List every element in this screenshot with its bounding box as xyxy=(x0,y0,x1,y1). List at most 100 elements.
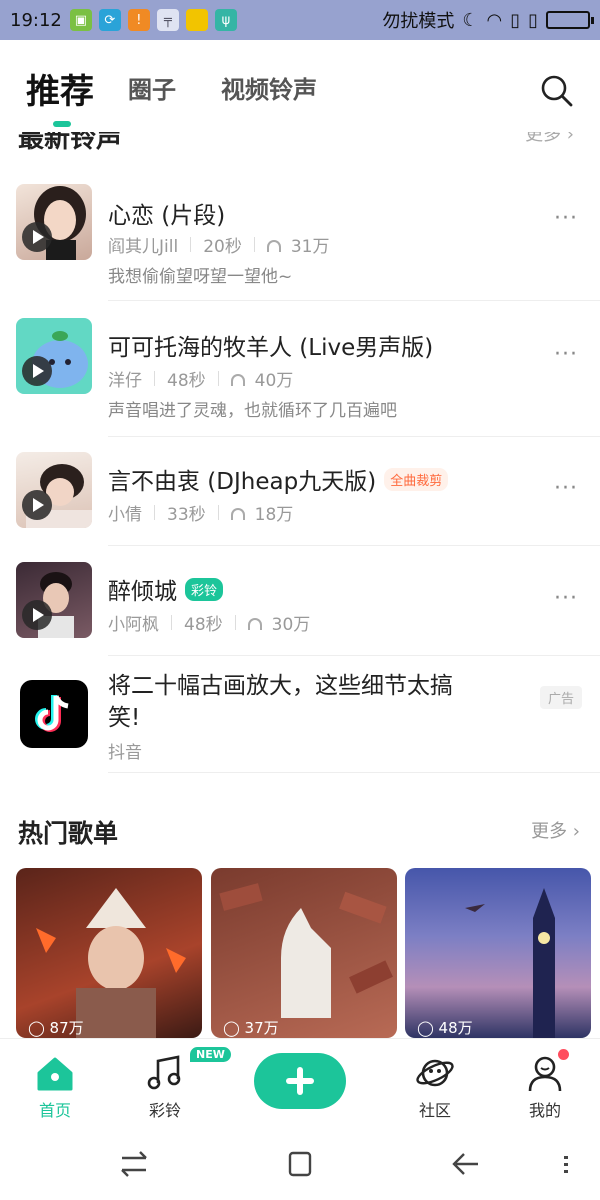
song-plays: 18万 xyxy=(254,505,294,525)
nav-community[interactable]: 社区 xyxy=(390,1039,480,1129)
song-plays: 40万 xyxy=(254,371,294,391)
song-duration: 33秒 xyxy=(167,505,206,525)
song-cover xyxy=(16,562,92,638)
nav-profile[interactable]: 我的 xyxy=(500,1039,590,1129)
sim-icon: ▯ xyxy=(510,9,521,31)
song-meta: 洋仔 48秒 40万 xyxy=(108,366,293,391)
usb-icon: ψ xyxy=(214,9,237,31)
section-more-link[interactable]: 更多 › xyxy=(525,132,574,146)
status-time: 19:12 xyxy=(10,9,62,31)
notification-dot xyxy=(558,1049,569,1060)
ad-title: 将二十幅古画放大，这些细节太搞 笑! xyxy=(108,670,453,734)
crop-badge: 全曲裁剪 xyxy=(384,468,449,491)
nav-label: 社区 xyxy=(418,1101,451,1120)
list-item[interactable]: 醉倾城 彩铃 小阿枫 48秒 30万 ··· xyxy=(0,562,600,656)
playlist-card[interactable]: ◯ 87万 xyxy=(16,868,202,1038)
song-artist: 阎其儿Jill xyxy=(108,237,179,257)
song-plays: 30万 xyxy=(271,615,311,635)
song-desc: 我想偷偷望呀望一望他~ xyxy=(108,267,293,287)
section-title: 最新铃声 xyxy=(18,132,123,154)
more-options-icon[interactable]: ··· xyxy=(554,586,578,611)
search-icon[interactable] xyxy=(540,74,574,108)
playlist-card[interactable]: ◯ 48万 xyxy=(405,868,591,1038)
song-meta: 阎其儿Jill 20秒 31万 xyxy=(108,232,329,257)
ad-title-line: 将二十幅古画放大，这些细节太搞 xyxy=(108,673,453,699)
list-item[interactable]: 言不由衷 (DJheap九天版) 全曲裁剪 小倩 33秒 18万 ··· xyxy=(0,452,600,546)
song-desc: 声音唱进了灵魂，也就循环了几百遍吧 xyxy=(108,401,397,421)
ad-tag[interactable]: 广告 xyxy=(539,686,582,709)
playlist-plays: ◯ 37万 xyxy=(223,1019,279,1037)
song-title: 心恋 (片段) xyxy=(108,203,226,229)
play-icon[interactable] xyxy=(22,490,52,520)
playlist-cover-image xyxy=(36,888,186,1038)
tab-video-ringtone[interactable]: 视频铃声 xyxy=(221,70,317,105)
moon-icon: ☾ xyxy=(462,9,479,31)
play-icon[interactable] xyxy=(22,356,52,386)
sim-icon: ▯ xyxy=(528,9,538,31)
song-meta: 小阿枫 48秒 30万 xyxy=(108,610,310,635)
nav-label: 彩铃 xyxy=(148,1101,181,1120)
ad-title-line: 笑! xyxy=(108,705,141,731)
headphones-icon xyxy=(266,239,281,252)
planet-icon xyxy=(416,1059,454,1087)
list-item[interactable]: 心恋 (片段) 阎其儿Jill 20秒 31万 我想偷偷望呀望一望他~ ··· xyxy=(0,184,600,304)
status-bar: 19:12 ▣ ⟳ ! ╤ ψ 勿扰模式 ☾ ◠ ▯ ▯ xyxy=(0,0,600,40)
list-item[interactable]: 可可托海的牧羊人 (Live男声版) 洋仔 48秒 40万 声音唱进了灵魂，也就… xyxy=(0,318,600,438)
status-right: 勿扰模式 ☾ ◠ ▯ ▯ xyxy=(382,7,594,33)
section-more-link[interactable]: 更多 › xyxy=(531,817,580,843)
playlist-cover-image xyxy=(465,888,555,1038)
home-square-icon[interactable] xyxy=(282,1146,318,1182)
tab-circle[interactable]: 圈子 xyxy=(128,70,176,105)
playlist-card[interactable]: ◯ 37万 xyxy=(211,868,397,1038)
more-options-icon[interactable]: ··· xyxy=(554,206,578,231)
play-icon[interactable] xyxy=(22,600,52,630)
divider xyxy=(108,655,600,656)
song-title-text: 醉倾城 xyxy=(108,579,177,605)
song-artist: 洋仔 xyxy=(108,371,142,391)
ringback-badge: 彩铃 xyxy=(185,578,224,601)
song-cover xyxy=(16,318,92,394)
switch-icon[interactable] xyxy=(116,1146,152,1182)
tiktok-note-icon xyxy=(35,695,69,732)
more-options-icon[interactable]: ··· xyxy=(554,342,578,367)
plus-icon xyxy=(286,1067,314,1095)
headphones-icon xyxy=(230,507,245,520)
divider xyxy=(108,436,600,437)
playlist-plays: ◯ 48万 xyxy=(417,1019,473,1037)
playlist-plays: ◯ 87万 xyxy=(28,1019,84,1037)
song-plays: 31万 xyxy=(290,237,330,257)
song-duration: 48秒 xyxy=(167,371,206,391)
system-nav-bar xyxy=(0,1128,600,1200)
warning-icon: ! xyxy=(127,9,150,31)
back-icon[interactable] xyxy=(448,1146,484,1182)
section-header-latest: 最新铃声 更多 › xyxy=(18,132,578,154)
nav-home[interactable]: 首页 xyxy=(10,1039,100,1129)
create-button[interactable] xyxy=(254,1053,346,1109)
song-duration: 20秒 xyxy=(203,237,242,257)
song-title-text: 言不由衷 (DJheap九天版) xyxy=(108,469,377,495)
nav-label: 首页 xyxy=(38,1101,71,1120)
song-title: 言不由衷 (DJheap九天版) 全曲裁剪 xyxy=(108,462,449,496)
song-artist: 小阿枫 xyxy=(108,615,159,635)
wifi-icon: ◠ xyxy=(486,9,503,31)
menu-dots-icon[interactable] xyxy=(548,1146,584,1182)
headphones-icon xyxy=(247,617,262,630)
battery-icon xyxy=(546,11,594,29)
ad-item[interactable]: 将二十幅古画放大，这些细节太搞 笑! 抖音 广告 xyxy=(0,668,600,778)
more-options-icon[interactable]: ··· xyxy=(554,476,578,501)
song-duration: 48秒 xyxy=(184,615,223,635)
tiktok-logo-icon xyxy=(20,680,88,748)
song-cover xyxy=(16,452,92,528)
top-tab-bar: 推荐 圈子 视频铃声 xyxy=(0,40,600,132)
divider xyxy=(108,545,600,546)
nav-label: 我的 xyxy=(528,1101,561,1120)
headphones-icon xyxy=(230,373,245,386)
tab-recommend[interactable]: 推荐 xyxy=(26,64,94,113)
section-title-hot-playlists: 热门歌单 xyxy=(18,819,119,848)
song-meta: 小倩 33秒 18万 xyxy=(108,500,293,525)
playlist-cover-image xyxy=(219,883,393,1018)
music-note-icon xyxy=(147,1055,181,1090)
user-icon xyxy=(528,1056,562,1092)
divider xyxy=(108,300,600,301)
play-icon[interactable] xyxy=(22,222,52,252)
